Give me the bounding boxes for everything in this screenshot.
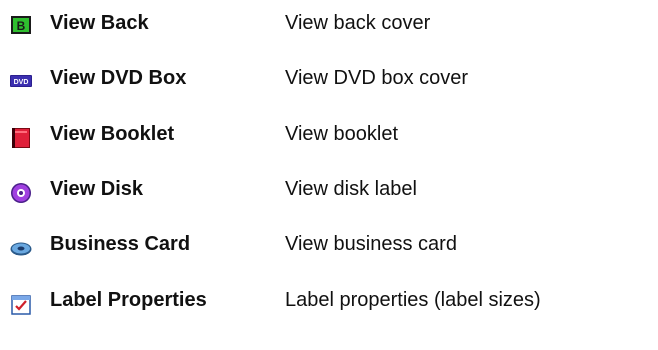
item-description: View DVD box cover (285, 67, 469, 89)
item-description: View back cover (285, 12, 431, 34)
dvd-icon-text: DVD (14, 79, 29, 86)
list-item-view-booklet: View Booklet View booklet (0, 117, 658, 157)
list-item-label-properties: Label Properties Label properties (label… (0, 283, 658, 323)
list-item-view-dvd-box: DVD View DVD Box View DVD box cover (0, 61, 658, 101)
disk-icon (10, 182, 32, 204)
list-item-business-card: Business Card View business card (0, 227, 658, 267)
business-card-icon (10, 237, 32, 259)
item-description: Label properties (label sizes) (285, 289, 541, 311)
item-name: View Back (50, 12, 149, 34)
item-name: Business Card (50, 233, 191, 255)
item-description: View booklet (285, 123, 399, 145)
item-description: View business card (285, 233, 457, 255)
list-item-view-disk: View Disk View disk label (0, 172, 658, 212)
item-name: Label Properties (50, 289, 207, 311)
label-properties-icon (10, 293, 32, 315)
list-item-view-back: B View Back View back cover (0, 6, 658, 46)
item-name: View Booklet (50, 123, 175, 145)
item-description: View disk label (285, 178, 417, 200)
dvd-box-icon: DVD (10, 70, 32, 92)
booklet-icon (10, 127, 32, 149)
item-name: View Disk (50, 178, 144, 200)
view-back-icon: B (10, 14, 32, 36)
item-name: View DVD Box (50, 67, 187, 89)
back-icon-letter: B (17, 19, 26, 33)
